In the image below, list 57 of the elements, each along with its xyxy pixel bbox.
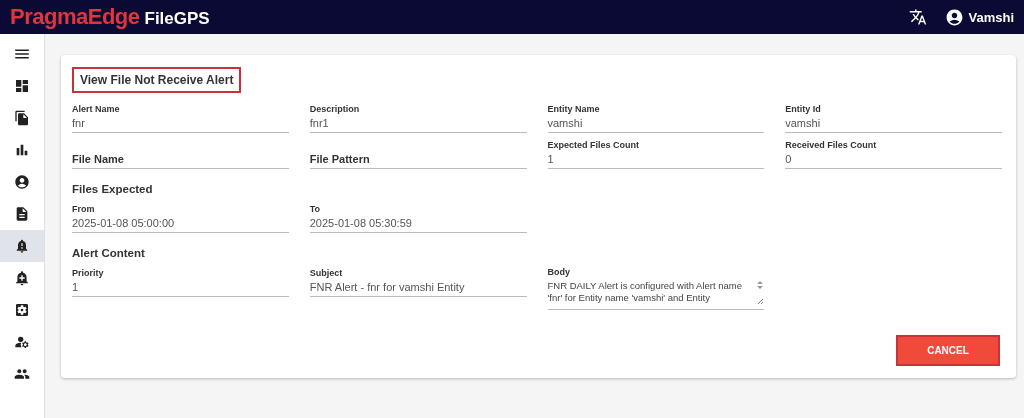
cancel-button[interactable]: CANCEL [896,335,1000,366]
field-label: From [72,204,96,214]
text-field[interactable]: Entity Name vamshi [547,97,765,133]
gear-box-icon [14,302,30,318]
text-field[interactable]: Description fnr1 [309,97,527,133]
text-field[interactable]: File Name [72,133,289,169]
dashboard-icon [14,78,30,94]
field-value: 1 [72,281,80,293]
bell-plus-icon [14,270,30,286]
field-label: Body [547,267,571,277]
field-placeholder: File Pattern [309,153,371,165]
field-value: FNR Alert - fnr for vamshi Entity [309,281,466,293]
sidebar-item[interactable] [0,230,44,262]
section-heading: Files Expected [72,182,154,197]
product-name: FileGPS [144,9,210,28]
field-label: Received Files Count [785,140,878,150]
document-icon [14,206,30,222]
field-label: Entity Name [547,104,601,114]
field-value: 1 [547,153,555,165]
bell-icon [14,238,30,254]
field-label: Entity Id [785,104,822,114]
field-label: Alert Name [72,104,121,114]
text-field[interactable]: From 2025-01-08 05:00:00 [72,197,289,233]
text-field[interactable]: Alert Name fnr [72,97,289,133]
user-gear-icon [14,334,30,350]
field-value: fnr [72,117,86,129]
text-field[interactable]: To 2025-01-08 05:30:59 [309,197,527,233]
files-icon [14,110,30,126]
bar-chart-icon [14,142,30,158]
people-icon [14,366,30,382]
text-field[interactable]: File Pattern [309,133,527,169]
text-field[interactable]: Entity Id vamshi [785,97,1002,133]
field-label: To [309,204,322,214]
field-value: 0 [785,153,793,165]
resize-icon [756,280,765,306]
text-field[interactable]: Expected Files Count 1 [547,133,765,169]
text-field[interactable]: Received Files Count 0 [785,133,1002,169]
user-menu[interactable]: Vamshi [945,7,1014,27]
body-textarea[interactable]: Body FNR DAILY Alert is configured with Alert name 'fnr' for Entity name 'vamshi' and Entity [547,261,765,310]
section-heading: Alert Content [72,246,146,261]
field-value: 2025-01-08 05:30:59 [309,217,413,229]
translate-icon[interactable] [909,8,928,26]
text-field[interactable]: Priority 1 [72,261,289,297]
form-title: View File Not Receive Alert [72,67,242,93]
field-label: Priority [72,268,105,278]
field-label: Expected Files Count [547,140,641,150]
field-value: vamshi [547,117,584,129]
field-placeholder: File Name [72,153,125,165]
text-field[interactable]: Subject FNR Alert - fnr for vamshi Entity [309,261,527,297]
field-label: Subject [309,268,344,278]
field-value: FNR DAILY Alert is configured with Alert name 'fnr' for Entity name 'vamshi' and Entity [547,280,743,304]
field-value: fnr1 [309,117,330,129]
field-value: vamshi [785,117,822,129]
field-value: 2025-01-08 05:00:00 [72,217,176,229]
user-name: Vamshi [968,9,1014,25]
field-label: Description [309,104,361,114]
brand-logo: PragmaEdge [10,4,140,29]
